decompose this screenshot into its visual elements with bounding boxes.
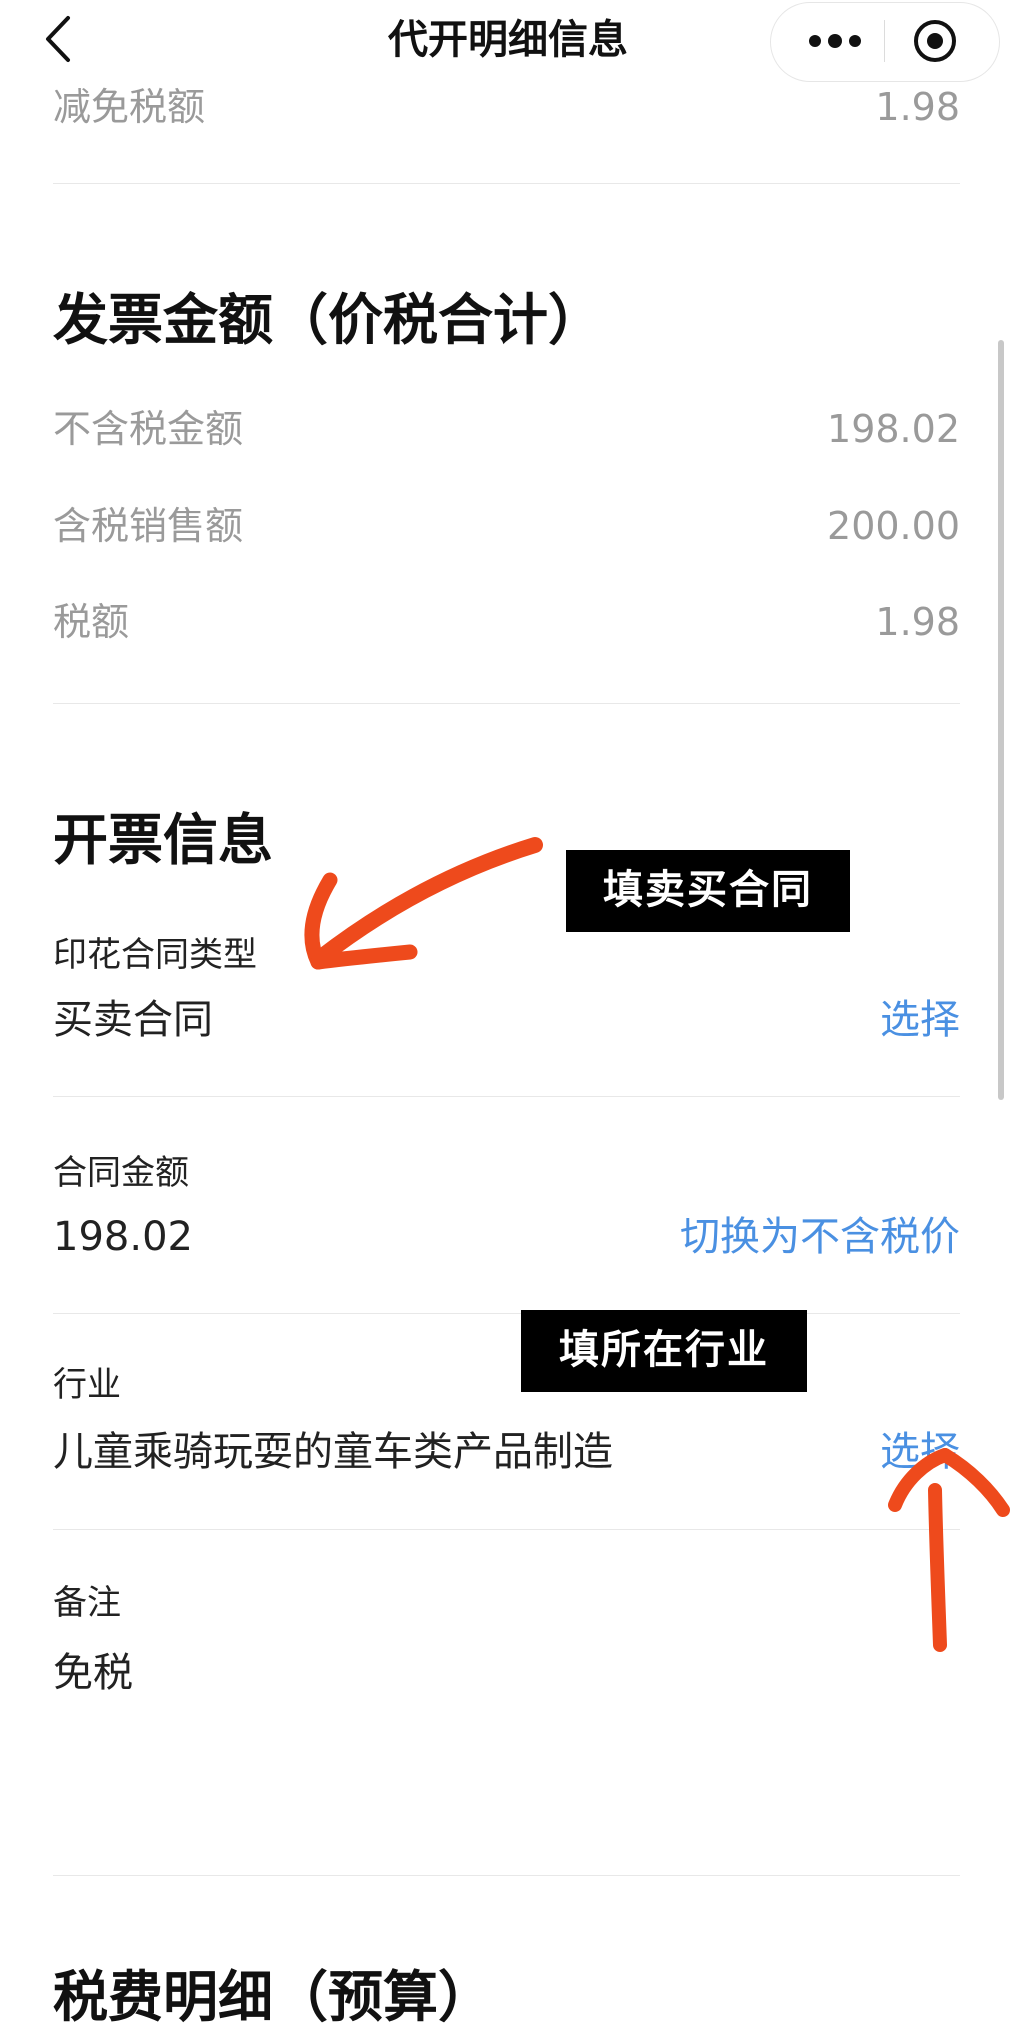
arrow-to-contract-type-icon xyxy=(304,837,543,970)
fee-detail-title: 税费明细（预算） xyxy=(53,1965,494,2029)
amount-excluding-tax-label: 不含税金额 xyxy=(53,407,244,451)
tax-reduction-value: 1.98 xyxy=(875,85,960,129)
divider xyxy=(53,1875,960,1876)
tax-amount-value: 1.98 xyxy=(875,600,960,644)
stamp-contract-select-button[interactable]: 选择 xyxy=(880,993,960,1047)
arrow-to-industry-select-icon xyxy=(888,1448,1010,1652)
divider xyxy=(53,1529,960,1530)
remark-label: 备注 xyxy=(53,1583,121,1623)
stamp-contract-type-label: 印花合同类型 xyxy=(53,935,257,975)
divider xyxy=(53,183,960,184)
remark-value: 免税 xyxy=(53,1650,133,1696)
sales-including-tax-value: 200.00 xyxy=(827,504,960,548)
sales-including-tax-label: 含税销售额 xyxy=(53,504,244,548)
industry-value: 儿童乘骑玩耍的童车类产品制造 xyxy=(53,1429,613,1475)
invoice-amount-title: 发票金额（价税合计） xyxy=(53,288,604,352)
invoice-info-title: 开票信息 xyxy=(53,808,274,872)
divider xyxy=(53,703,960,704)
navigation-bar: 代开明细信息 xyxy=(0,0,1016,82)
industry-label: 行业 xyxy=(53,1365,121,1405)
divider xyxy=(53,1313,960,1314)
target-circle-icon[interactable] xyxy=(912,18,958,64)
tax-amount-label: 税额 xyxy=(53,600,130,644)
industry-select-button[interactable]: 选择 xyxy=(880,1425,960,1479)
annotation-note-contract: 填卖买合同 xyxy=(566,850,850,932)
amount-excluding-tax-value: 198.02 xyxy=(827,407,960,451)
annotation-note-industry: 填所在行业 xyxy=(521,1310,807,1392)
capsule-divider xyxy=(884,20,885,62)
more-dots-icon[interactable] xyxy=(800,22,870,60)
tax-reduction-label: 减免税额 xyxy=(53,85,206,129)
stamp-contract-type-value: 买卖合同 xyxy=(53,997,213,1043)
contract-amount-value: 198.02 xyxy=(53,1214,193,1260)
contract-amount-label: 合同金额 xyxy=(53,1153,189,1193)
switch-to-excluding-tax-button[interactable]: 切换为不含税价 xyxy=(680,1210,960,1264)
scrollbar[interactable] xyxy=(998,340,1004,1100)
divider xyxy=(53,1096,960,1097)
